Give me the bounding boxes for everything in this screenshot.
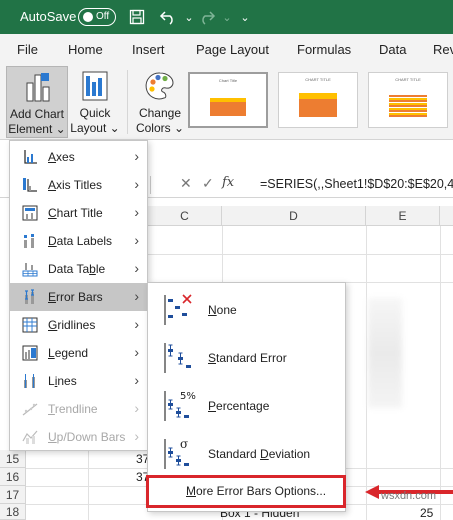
submenu-arrow-icon: › — [134, 204, 139, 220]
insert-function-icon[interactable]: fx — [222, 175, 234, 190]
menu-item-axes[interactable]: Axes › — [10, 143, 147, 171]
error-bars-percentage-icon: 5% — [164, 391, 196, 421]
error-bars-none-icon — [164, 294, 192, 325]
watermark: wsxdn.com — [381, 490, 437, 502]
menu-item-data-labels[interactable]: Data Labels › — [10, 227, 147, 255]
quick-layout-label: Quick Layout ⌄ — [70, 106, 120, 135]
submenu-arrow-icon: › — [134, 344, 139, 360]
data-labels-icon — [24, 234, 34, 248]
error-bars-none-option[interactable]: None — [148, 285, 345, 333]
autosave-label: AutoSave — [20, 9, 77, 24]
row-header-17[interactable]: 17 — [0, 486, 26, 504]
menu-item-gridlines[interactable]: Gridlines › — [10, 311, 147, 339]
submenu-arrow-icon: › — [134, 148, 139, 164]
column-header-e[interactable]: E — [366, 206, 440, 226]
column-header-d[interactable]: D — [222, 206, 366, 226]
submenu-arrow-icon: › — [134, 428, 139, 444]
palette-icon — [145, 72, 174, 100]
save-icon[interactable] — [126, 6, 148, 28]
data-table-icon — [22, 263, 38, 277]
menu-item-trendline[interactable]: Trendline › — [10, 395, 147, 423]
error-bars-standard-error-icon — [164, 343, 191, 373]
tab-formulas[interactable]: Formulas — [297, 42, 351, 57]
column-header-c[interactable]: C — [148, 206, 222, 226]
chart-style-thumb-1[interactable]: Chart Title — [188, 72, 268, 128]
autosave-state: Off — [96, 11, 110, 22]
blurred-chart-fragment — [368, 298, 402, 408]
chart-style-thumb-2[interactable]: CHART TITLE — [278, 72, 358, 128]
add-chart-element-menu: Axes › Axis Titles › Chart Title › Data … — [9, 140, 148, 451]
tab-page-layout[interactable]: Page Layout — [196, 42, 269, 57]
cancel-icon[interactable]: ✕ — [180, 175, 192, 192]
menu-item-up-down-bars[interactable]: Up/Down Bars › — [10, 423, 147, 451]
row-header-16[interactable]: 16 — [0, 468, 26, 486]
trendline-icon — [22, 403, 38, 416]
add-chart-element-button[interactable]: Add Chart Element ⌄ — [6, 66, 68, 138]
row-header-18[interactable]: 18 — [0, 504, 26, 520]
menu-item-lines[interactable]: Lines › — [10, 367, 147, 395]
lines-icon — [24, 374, 35, 388]
error-bars-percentage-option[interactable]: 5% Percentage — [148, 381, 345, 429]
axes-icon — [24, 150, 37, 164]
submenu-arrow-icon: › — [134, 316, 139, 332]
change-colors-button[interactable]: Change Colors ⌄ — [134, 66, 186, 138]
highlight-box — [146, 475, 346, 508]
error-bars-icon — [25, 289, 34, 304]
quick-layout-button[interactable]: Quick Layout ⌄ — [70, 66, 120, 138]
submenu-arrow-icon: › — [134, 400, 139, 416]
cell-e18[interactable]: 25 — [420, 506, 433, 520]
axis-titles-icon — [23, 178, 37, 192]
customize-quick-access-icon[interactable]: ⌄ — [234, 6, 256, 28]
submenu-arrow-icon: › — [134, 232, 139, 248]
tab-data[interactable]: Data — [379, 42, 406, 57]
chart-title-icon — [22, 205, 38, 221]
submenu-arrow-icon: › — [134, 176, 139, 192]
menu-item-data-table[interactable]: Data Table › — [10, 255, 147, 283]
autosave-toggle[interactable]: Off — [78, 8, 116, 26]
menu-item-axis-titles[interactable]: Axis Titles › — [10, 171, 147, 199]
error-bars-std-dev-option[interactable]: σ Standard Deviation — [148, 429, 345, 477]
tab-insert[interactable]: Insert — [132, 42, 165, 57]
add-chart-element-icon — [26, 73, 50, 102]
legend-icon — [22, 345, 38, 361]
submenu-arrow-icon: › — [134, 288, 139, 304]
menu-item-legend[interactable]: Legend › — [10, 339, 147, 367]
svg-text:σ: σ — [180, 437, 188, 451]
error-bars-std-dev-icon: σ — [164, 437, 189, 469]
up-down-bars-icon — [22, 430, 38, 444]
tab-home[interactable]: Home — [68, 42, 103, 57]
error-bars-standard-error-option[interactable]: Standard Error — [148, 333, 345, 381]
toggle-knob — [83, 12, 93, 22]
quick-layout-icon — [82, 71, 108, 101]
column-header-f[interactable] — [440, 206, 453, 226]
row-header-15[interactable]: 15 — [0, 450, 26, 468]
ribbon: Add Chart Element ⌄ Quick Layout ⌄ Chang… — [0, 64, 453, 140]
submenu-arrow-icon: › — [134, 260, 139, 276]
chart-style-thumb-3[interactable]: CHART TITLE — [368, 72, 448, 128]
add-chart-element-label: Add Chart Element ⌄ — [8, 107, 66, 136]
formula-input[interactable]: =SERIES(,,Sheet1!$D$20:$E$20,4 — [260, 177, 453, 191]
redo-icon[interactable] — [196, 6, 218, 28]
tab-review[interactable]: Rev — [433, 42, 453, 57]
menu-item-chart-title[interactable]: Chart Title › — [10, 199, 147, 227]
change-colors-label: Change Colors ⌄ — [135, 106, 185, 135]
gridlines-icon — [22, 317, 38, 333]
submenu-arrow-icon: › — [134, 372, 139, 388]
formula-bar-separator — [150, 176, 151, 194]
menu-item-error-bars[interactable]: Error Bars › — [10, 283, 147, 311]
ribbon-separator — [127, 70, 128, 134]
enter-icon[interactable]: ✓ — [202, 175, 214, 192]
tab-file[interactable]: File — [17, 42, 38, 57]
ribbon-tabs: File Home Insert Page Layout Formulas Da… — [0, 34, 453, 64]
title-bar: AutoSave Off ⌄ ⌄ ⌄ — [0, 0, 453, 34]
svg-text:5%: 5% — [180, 391, 196, 402]
undo-icon[interactable] — [157, 6, 179, 28]
